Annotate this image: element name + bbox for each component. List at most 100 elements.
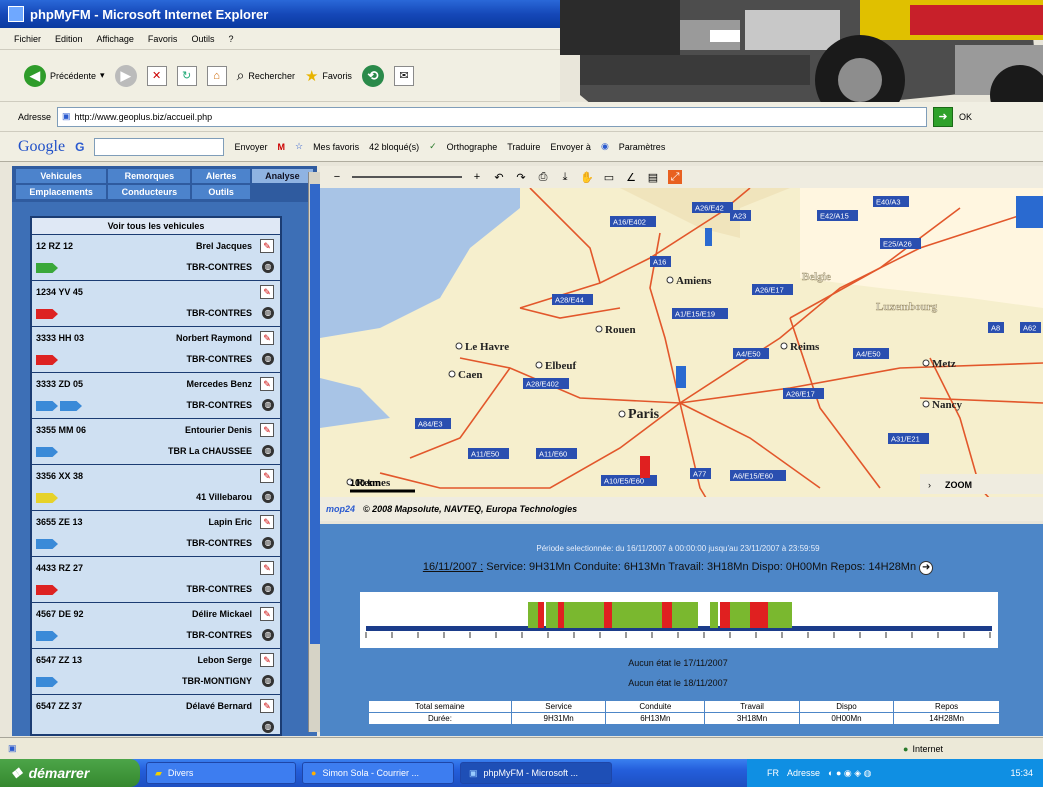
search-button[interactable]: ⌕ Rechercher <box>237 67 295 84</box>
google-g-menu[interactable]: G <box>75 140 84 154</box>
forward-map-icon[interactable]: ↷ <box>514 170 528 184</box>
settings-button[interactable]: Paramètres <box>619 142 666 152</box>
map-canvas[interactable]: A26/E42 A23 E42/A15 E40/A3 A16/E402 A16 A26/E1… <box>320 188 1043 521</box>
task-ie[interactable]: ▣ phpMyFM - Microsoft ... <box>460 762 612 784</box>
tab-analyse[interactable]: Analyse <box>251 169 313 183</box>
edit-icon[interactable]: ✎ <box>260 285 274 299</box>
locate-icon[interactable]: ◍ <box>262 399 274 411</box>
tab-alertes[interactable]: Alertes <box>192 169 250 183</box>
task-mail[interactable]: ● Simon Sola - Courrier ... <box>302 762 454 784</box>
locate-icon[interactable]: ◍ <box>262 583 274 595</box>
refresh-button[interactable]: ↻ <box>176 65 197 86</box>
edit-icon[interactable]: ✎ <box>260 653 274 667</box>
menu-outils[interactable]: Outils <box>191 34 214 44</box>
favorites-button[interactable]: ★ Favoris <box>305 67 352 85</box>
edit-icon[interactable]: ✎ <box>260 377 274 391</box>
vehicle-plate[interactable]: 3333 ZD 05 <box>36 379 83 389</box>
locate-icon[interactable]: ◍ <box>262 629 274 641</box>
vehicle-marker-north[interactable] <box>705 228 712 246</box>
next-arrow-icon[interactable]: ➜ <box>919 561 934 575</box>
edit-icon[interactable]: ✎ <box>260 561 274 575</box>
edit-icon[interactable]: ✎ <box>260 469 274 483</box>
vehicle-marker-east[interactable] <box>1016 196 1043 228</box>
select-rect-icon[interactable]: ▭ <box>602 170 616 184</box>
zoom-in-icon[interactable]: + <box>470 170 484 184</box>
vehicle-plate[interactable]: 3333 HH 03 <box>36 333 84 343</box>
left-scrollbar[interactable] <box>308 172 320 732</box>
back-button[interactable]: ◀ Précédente ▾ <box>24 64 105 87</box>
vehicle-marker-south[interactable] <box>640 456 650 478</box>
menu-affichage[interactable]: Affichage <box>97 34 134 44</box>
locate-icon[interactable]: ◍ <box>262 353 274 365</box>
task-divers[interactable]: ▰ Divers <box>146 762 296 784</box>
fullscreen-icon[interactable]: ⤢ <box>668 170 682 184</box>
translate-button[interactable]: Traduire <box>507 142 540 152</box>
tab-emplacements[interactable]: Emplacements <box>16 185 107 199</box>
edit-icon[interactable]: ✎ <box>260 239 274 253</box>
go-arrow-icon[interactable]: ➜ <box>933 106 954 127</box>
tray-icons[interactable]: ◐ ● ◉ ◈ ◍ <box>828 768 872 779</box>
address-input[interactable]: ▣ http://www.geoplus.biz/accueil.php <box>57 106 928 127</box>
google-send[interactable]: Envoyer <box>234 142 267 152</box>
vehicle-plate[interactable]: 1234 YV 45 <box>36 287 83 297</box>
menu-edition[interactable]: Edition <box>55 34 83 44</box>
locate-icon[interactable]: ◍ <box>262 537 274 549</box>
menu-favoris[interactable]: Favoris <box>148 34 178 44</box>
google-search-input[interactable] <box>94 137 225 156</box>
edit-icon[interactable]: ✎ <box>260 423 274 437</box>
vehicle-row[interactable]: 3333 HH 03 Norbert Raymond TBR-CONTRES ✎ ◍ <box>32 327 280 373</box>
vehicle-plate[interactable]: 6547 ZZ 13 <box>36 655 82 665</box>
language-indicator[interactable]: FR <box>767 768 779 778</box>
forward-button[interactable]: ▶ <box>114 64 137 87</box>
measure-icon[interactable]: ∠ <box>624 170 638 184</box>
vehicle-plate[interactable]: 3356 XX 38 <box>36 471 83 481</box>
vehicle-row[interactable]: 12 RZ 12 Brel Jacques TBR-CONTRES ✎ ◍ <box>32 235 280 281</box>
map-frame[interactable]: − + ↶ ↷ ⎙ ⤓ ✋ ▭ ∠ ▤ ⤢ A26/E42 A23 E42/A1… <box>320 166 1043 521</box>
vehicle-row[interactable]: 3355 MM 06 Entourier Denis TBR La CHAUSSEE… <box>32 419 280 465</box>
day-date[interactable]: 16/11/2007 : <box>423 561 483 573</box>
tab-outils[interactable]: Outils <box>192 185 250 199</box>
vehicle-row[interactable]: 6547 ZZ 37 Délavé Bernard ✎ ◍ <box>32 695 280 734</box>
download-icon[interactable]: ⤓ <box>558 170 572 184</box>
spellcheck-button[interactable]: Orthographe <box>447 142 498 152</box>
pan-hand-icon[interactable]: ✋ <box>580 170 594 184</box>
tab-conducteurs[interactable]: Conducteurs <box>108 185 191 199</box>
locate-icon[interactable]: ◍ <box>262 675 274 687</box>
stop-button[interactable]: ✕ <box>146 65 167 86</box>
vehicle-plate[interactable]: 4567 DE 92 <box>36 609 84 619</box>
locate-icon[interactable]: ◍ <box>262 445 274 457</box>
google-favorites[interactable]: Mes favoris <box>313 142 359 152</box>
gmail-icon[interactable]: M <box>277 142 285 152</box>
home-button[interactable]: ⌂ <box>206 65 227 86</box>
vehicle-row[interactable]: 4567 DE 92 Délire Mickael TBR-CONTRES ✎ ◍ <box>32 603 280 649</box>
vehicle-plate[interactable]: 4433 RZ 27 <box>36 563 83 573</box>
locate-icon[interactable]: ◍ <box>262 491 274 503</box>
vehicle-row[interactable]: 6547 ZZ 13 Lebon Serge TBR-MONTIGNY ✎ ◍ <box>32 649 280 695</box>
vehicle-row[interactable]: 3333 ZD 05 Mercedes Benz TBR-CONTRES ✎ ◍ <box>32 373 280 419</box>
zoom-out-icon[interactable]: − <box>330 170 344 184</box>
locate-icon[interactable]: ◍ <box>262 307 274 319</box>
vehicle-plate[interactable]: 3655 ZE 13 <box>36 517 83 527</box>
tab-remorques[interactable]: Remorques <box>108 169 191 183</box>
locate-icon[interactable]: ◍ <box>262 261 274 273</box>
start-button[interactable]: ❖ démarrer <box>0 759 140 787</box>
menu-fichier[interactable]: Fichier <box>14 34 41 44</box>
vehicle-row[interactable]: 3356 XX 38 41 Villebarou ✎ ◍ <box>32 465 280 511</box>
history-button[interactable]: ⟲ <box>361 64 384 87</box>
vehicles-header[interactable]: Voir tous les vehicules <box>32 218 280 235</box>
edit-icon[interactable]: ✎ <box>260 699 274 713</box>
vehicle-row[interactable]: 4433 RZ 27 TBR-CONTRES ✎ ◍ <box>32 557 280 603</box>
edit-icon[interactable]: ✎ <box>260 607 274 621</box>
tab-vehicules[interactable]: Vehicules <box>16 169 107 183</box>
edit-icon[interactable]: ✎ <box>260 515 274 529</box>
scroll-thumb[interactable] <box>310 184 320 644</box>
zoom-box[interactable] <box>920 474 1043 494</box>
sendto-button[interactable]: Envoyer à <box>550 142 591 152</box>
vehicle-marker-paris[interactable] <box>676 366 686 388</box>
layers-icon[interactable]: ▤ <box>646 170 660 184</box>
vehicle-plate[interactable]: 12 RZ 12 <box>36 241 73 251</box>
go-button[interactable]: OK <box>959 112 972 122</box>
vehicle-plate[interactable]: 3355 MM 06 <box>36 425 86 435</box>
menu-help[interactable]: ? <box>228 34 233 44</box>
edit-icon[interactable]: ✎ <box>260 331 274 345</box>
